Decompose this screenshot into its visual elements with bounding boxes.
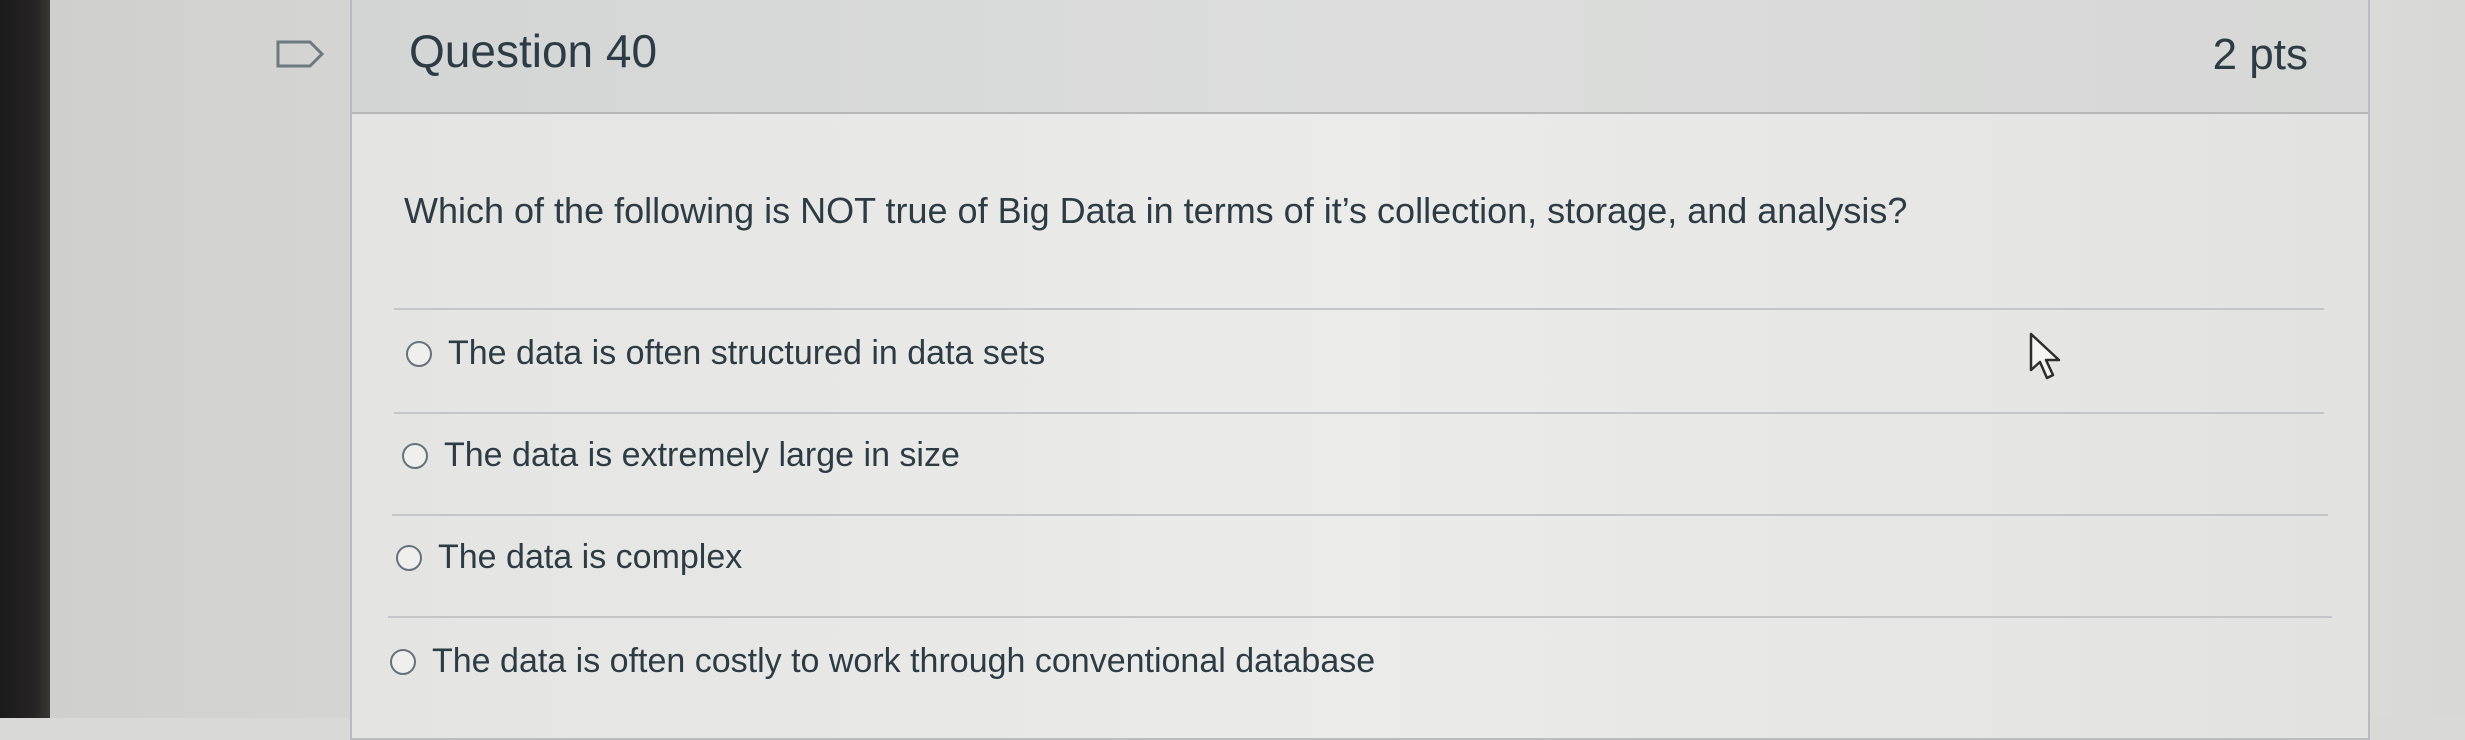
answer-option[interactable]: The data is often costly to work through… <box>390 642 1375 681</box>
radio-button-icon[interactable] <box>396 544 422 571</box>
answer-label: The data is often structured in data set… <box>448 334 1046 372</box>
answer-divider <box>388 616 2332 618</box>
answer-option[interactable]: The data is extremely large in size <box>402 436 960 475</box>
page-background: Question 40 2 pts Which of the following… <box>50 0 2465 740</box>
flag-question-icon[interactable] <box>276 40 324 68</box>
radio-button-icon[interactable] <box>402 442 428 469</box>
answer-option[interactable]: The data is complex <box>396 538 742 577</box>
radio-button-icon[interactable] <box>406 340 432 367</box>
answer-label: The data is complex <box>438 538 743 576</box>
answer-divider <box>394 412 2324 414</box>
screen-bezel <box>0 0 50 718</box>
question-text: Which of the following is NOT true of Bi… <box>404 190 1908 231</box>
answer-label: The data is extremely large in size <box>444 436 960 474</box>
question-header: Question 40 2 pts <box>352 0 2368 114</box>
question-card: Question 40 2 pts Which of the following… <box>350 0 2370 740</box>
answer-divider <box>394 308 2324 310</box>
mouse-pointer-icon <box>2029 332 2061 380</box>
answer-divider <box>392 514 2328 516</box>
answer-label: The data is often costly to work through… <box>432 642 1376 680</box>
answer-option[interactable]: The data is often structured in data set… <box>406 334 1045 373</box>
question-points: 2 pts <box>2212 30 2308 79</box>
radio-button-icon[interactable] <box>390 648 416 675</box>
question-title: Question 40 <box>409 25 658 77</box>
